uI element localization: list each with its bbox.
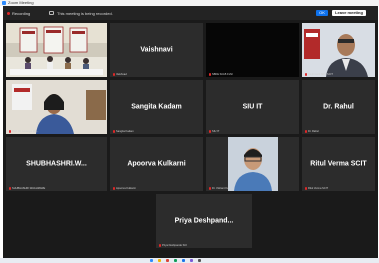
leave-meeting-button[interactable]: Leave meeting: [332, 10, 366, 16]
participant-label: Vaishnavi: [113, 72, 127, 76]
participant-label-text: Sangita Kadam: [116, 129, 134, 133]
participant-label-text: Apoorva Kulkarni: [116, 186, 136, 190]
participant-label: Amjit Garit SRC SCIT: [305, 72, 333, 76]
participant-label-text: Dr. Vishant Kar: [212, 186, 230, 190]
muted-mic-icon: [209, 186, 211, 190]
participant-name: Sangita Kadam: [131, 103, 182, 111]
participant-label-text: Prof. Dr. Lovanya Ms...: [12, 129, 39, 133]
muted-mic-icon: [113, 186, 115, 190]
participant-name: SHUBHASHRI.W...: [26, 160, 87, 168]
participant-label-text: NBFE SCLB FLNI: [212, 72, 233, 76]
muted-mic-icon: [113, 72, 115, 76]
app-taskbar-icon[interactable]: [198, 259, 201, 262]
participant-label: Prof. Dr. Lovanya Ms...: [9, 129, 38, 133]
app-taskbar-icon[interactable]: [174, 259, 177, 262]
taskbar-icons: [150, 259, 201, 262]
participant-name: Ritul Verma SCIT: [310, 160, 367, 168]
muted-mic-icon: [159, 243, 161, 247]
participant-label: Priya Deshpande SCI: [159, 243, 187, 247]
participant-tile[interactable]: Dr. Rahul Dr. Rahul: [302, 80, 375, 134]
participant-name: Priya Deshpand...: [174, 217, 234, 225]
participant-label: Ritul Verma SCIT: [305, 186, 328, 190]
participant-tile[interactable]: [6, 23, 107, 77]
participant-video: [206, 137, 299, 191]
participant-name: Apoorva Kulkarni: [127, 160, 186, 168]
participant-video: [6, 80, 107, 134]
meeting-topbar: Recording This meeting is being recorded…: [3, 6, 378, 20]
muted-mic-icon: [305, 72, 307, 76]
app-taskbar-icon[interactable]: [190, 259, 193, 262]
meeting-area: Recording This meeting is being recorded…: [3, 6, 378, 258]
participant-tile[interactable]: Dr. Vishant Kar: [206, 137, 299, 191]
participant-label-text: Ritul Verma SCIT: [308, 186, 329, 190]
participant-label-text: SIU IT: [212, 129, 220, 133]
participant-tile[interactable]: Apoorva Kulkarni Apoorva Kulkarni: [110, 137, 203, 191]
conference-room-video: [6, 23, 107, 77]
recording-indicator[interactable]: Recording: [7, 9, 30, 17]
participant-tile[interactable]: Prof. Dr. Lovanya Ms...: [6, 80, 107, 134]
muted-mic-icon: [305, 186, 307, 190]
participant-label: Sangita Kadam: [113, 129, 134, 133]
notice-icon: [49, 11, 54, 15]
folder-taskbar-icon[interactable]: [158, 259, 161, 262]
recording-notice: This meeting is being recorded.: [49, 9, 113, 17]
participant-label-text: Vaishnavi: [116, 72, 128, 76]
participant-tile[interactable]: NBFE SCLB FLNI: [206, 23, 299, 77]
chrome-taskbar-icon[interactable]: [166, 259, 169, 262]
muted-mic-icon: [305, 129, 307, 133]
participant-tile[interactable]: Amjit Garit SRC SCIT: [302, 23, 375, 77]
participant-label-text: Amjit Garit SRC SCIT: [308, 72, 333, 76]
participant-label-text: SHUBHASHRI.WAGHMARE: [12, 186, 46, 190]
participant-label: SHUBHASHRI.WAGHMARE: [9, 186, 45, 190]
ok-button[interactable]: OK: [316, 10, 328, 16]
participant-tile[interactable]: Priya Deshpand... Priya Deshpande SCI: [156, 194, 252, 248]
participant-label: Apoorva Kulkarni: [113, 186, 136, 190]
muted-mic-icon: [9, 186, 11, 190]
participant-name: Vaishnavi: [140, 46, 173, 54]
participant-tile[interactable]: SIU IT SIU IT: [206, 80, 299, 134]
os-taskbar: [0, 258, 379, 263]
participant-label: Dr. Vishant Kar: [209, 186, 229, 190]
participant-label: Dr. Rahul: [305, 129, 319, 133]
participant-tile[interactable]: Vaishnavi Vaishnavi: [110, 23, 203, 77]
participant-label: SIU IT: [209, 129, 219, 133]
recording-label: Recording: [12, 10, 31, 16]
participant-name: SIU IT: [242, 103, 263, 111]
participant-label-text: Dr. Rahul: [308, 129, 319, 133]
recording-notice-text: This meeting is being recorded.: [57, 10, 113, 16]
participant-label-text: Priya Deshpande SCI: [162, 243, 187, 247]
participant-label: NBFE SCLB FLNI: [209, 72, 233, 76]
muted-mic-icon: [209, 72, 211, 76]
participant-tile[interactable]: Ritul Verma SCIT Ritul Verma SCIT: [302, 137, 375, 191]
recording-dot-icon: [7, 11, 10, 15]
muted-mic-icon: [209, 129, 211, 133]
edge-taskbar-icon[interactable]: [182, 259, 185, 262]
participant-tile[interactable]: SHUBHASHRI.W... SHUBHASHRI.WAGHMARE: [6, 137, 107, 191]
zoom-app-icon: [2, 1, 6, 5]
zoom-taskbar-icon[interactable]: [150, 259, 153, 262]
muted-mic-icon: [113, 129, 115, 133]
participant-video: [302, 23, 375, 77]
participant-name: Dr. Rahul: [323, 103, 354, 111]
participant-tile[interactable]: Sangita Kadam Sangita Kadam: [110, 80, 203, 134]
muted-mic-icon: [9, 129, 11, 133]
